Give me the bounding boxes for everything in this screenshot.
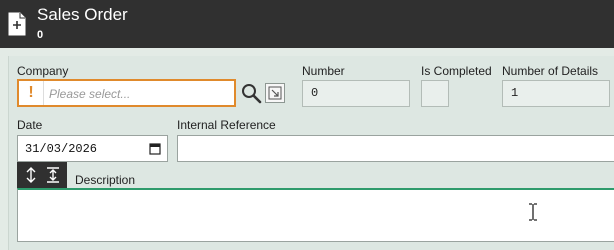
new-document-icon [8,12,26,39]
date-value: 31/03/2026 [25,142,98,156]
open-record-icon[interactable] [265,83,285,103]
warning-icon: ! [19,81,44,105]
number-of-details-field: 1 [502,80,610,107]
company-field[interactable]: ! [17,79,236,107]
date-label: Date [17,118,43,132]
is-completed-checkbox[interactable] [421,80,449,107]
internal-reference-label: Internal Reference [177,118,276,132]
company-input[interactable] [47,84,231,104]
search-icon[interactable] [239,81,263,105]
text-toolbar [17,162,67,188]
number-of-details-label: Number of Details [502,64,599,78]
fit-height-icon[interactable] [43,165,63,185]
record-id: 0 [37,29,44,41]
is-completed-label: Is Completed [421,64,492,78]
company-label: Company [17,64,69,78]
calendar-icon[interactable] [149,142,161,158]
description-label: Description [75,173,136,187]
page-title: Sales Order [37,5,128,24]
window-header: Sales Order 0 [0,0,614,48]
number-label: Number [302,64,345,78]
text-cursor-icon [528,203,538,224]
description-textarea[interactable] [17,188,614,242]
internal-reference-input[interactable] [177,135,614,162]
expand-vertical-icon[interactable] [21,165,41,185]
number-field: 0 [302,80,410,107]
date-input[interactable]: 31/03/2026 [17,135,168,162]
